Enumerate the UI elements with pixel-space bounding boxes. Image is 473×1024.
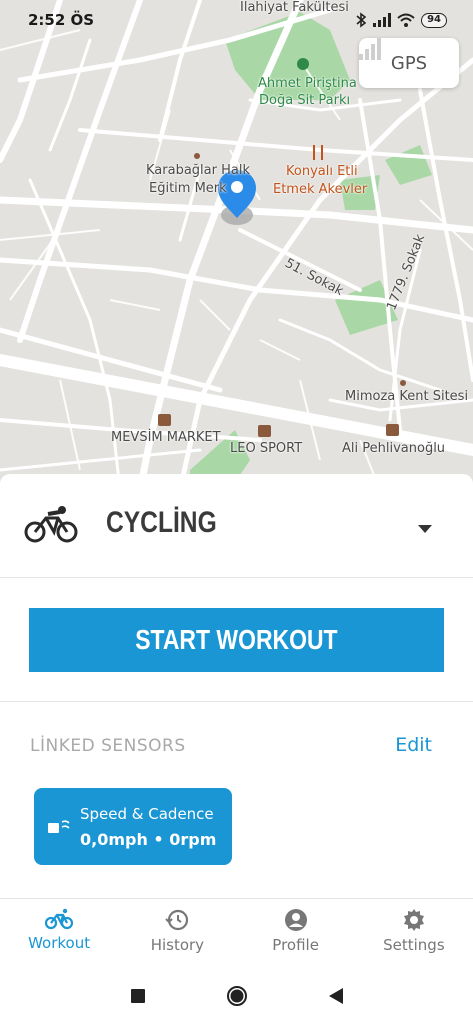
start-workout-label: START WORKOUT (135, 624, 338, 655)
sensor-icon (48, 820, 70, 833)
gps-status-badge[interactable]: GPS (359, 38, 459, 88)
map-label-konyali-line1: Konyalı Etli (286, 164, 358, 179)
wifi-icon (397, 13, 415, 27)
map-label-mevsim: MEVSİM MARKET (111, 430, 221, 445)
system-navigation-bar (0, 968, 473, 1024)
nav-profile[interactable]: Profile (237, 899, 355, 968)
status-icons: 94 (355, 12, 447, 28)
linked-sensors-heading: LİNKED SENSORS (30, 736, 186, 756)
nav-workout[interactable]: Workout (0, 899, 118, 968)
recent-apps-button[interactable] (126, 984, 150, 1008)
map-label-park-line1: Ahmet Piriştina (258, 76, 357, 91)
bicycle-icon (24, 506, 78, 543)
nav-workout-label: Workout (28, 934, 91, 952)
nav-history[interactable]: History (118, 899, 236, 968)
sensor-values: 0,0mph • 0rpm (80, 830, 217, 849)
nav-settings[interactable]: Settings (355, 899, 473, 968)
circle-icon (226, 986, 247, 1006)
back-button[interactable] (324, 984, 348, 1008)
battery-level: 94 (421, 12, 447, 28)
edit-sensors-link[interactable]: Edit (395, 734, 432, 756)
sensor-card-speed-cadence[interactable]: Speed & Cadence 0,0mph • 0rpm (34, 788, 232, 865)
map-label-karabaglar-line1: Karabağlar Halk (146, 163, 250, 178)
gps-label: GPS (390, 52, 428, 74)
map-label-karabaglar-line2: Eğitim Merk (149, 181, 227, 196)
activity-selector[interactable]: CYCLİNG (0, 474, 473, 578)
history-icon (165, 909, 189, 931)
nav-profile-label: Profile (272, 936, 319, 954)
bicycle-icon (45, 908, 74, 930)
nav-history-label: History (150, 936, 205, 954)
map-label-mimoza: Mimoza Kent Sitesi (345, 389, 469, 404)
start-workout-button[interactable]: START WORKOUT (29, 608, 444, 672)
sensor-name: Speed & Cadence (80, 805, 214, 823)
profile-icon (284, 909, 307, 931)
map-label-park-line2: Doğa Sit Parkı (259, 93, 351, 108)
bottom-navigation: Workout History Profile Settings (0, 898, 473, 968)
bluetooth-icon (356, 12, 367, 28)
cell-signal-icon (373, 13, 392, 27)
start-section: START WORKOUT (0, 578, 473, 702)
status-bar: 2:52 ÖS 94 (0, 0, 473, 42)
back-triangle-icon (328, 988, 343, 1004)
activity-name: CYCLİNG (106, 506, 217, 539)
status-time: 2:52 ÖS (28, 11, 95, 29)
dropdown-arrow-icon[interactable] (410, 514, 440, 544)
workout-panel: CYCLİNG START WORKOUT LİNKED SENSORS Edi… (0, 474, 473, 898)
home-button[interactable] (225, 984, 249, 1008)
map-label-ali: Ali Pehlivanoğlu (342, 441, 446, 456)
gear-icon (403, 909, 424, 931)
map[interactable]: İlahiyat Fakültesi Ahmet Piriştina Doğa … (0, 0, 473, 490)
map-label-konyali-line2: Etmek Akevler (273, 182, 368, 197)
nav-settings-label: Settings (383, 936, 445, 954)
map-label-leo: LEO SPORT (230, 441, 303, 456)
square-icon (130, 989, 145, 1003)
